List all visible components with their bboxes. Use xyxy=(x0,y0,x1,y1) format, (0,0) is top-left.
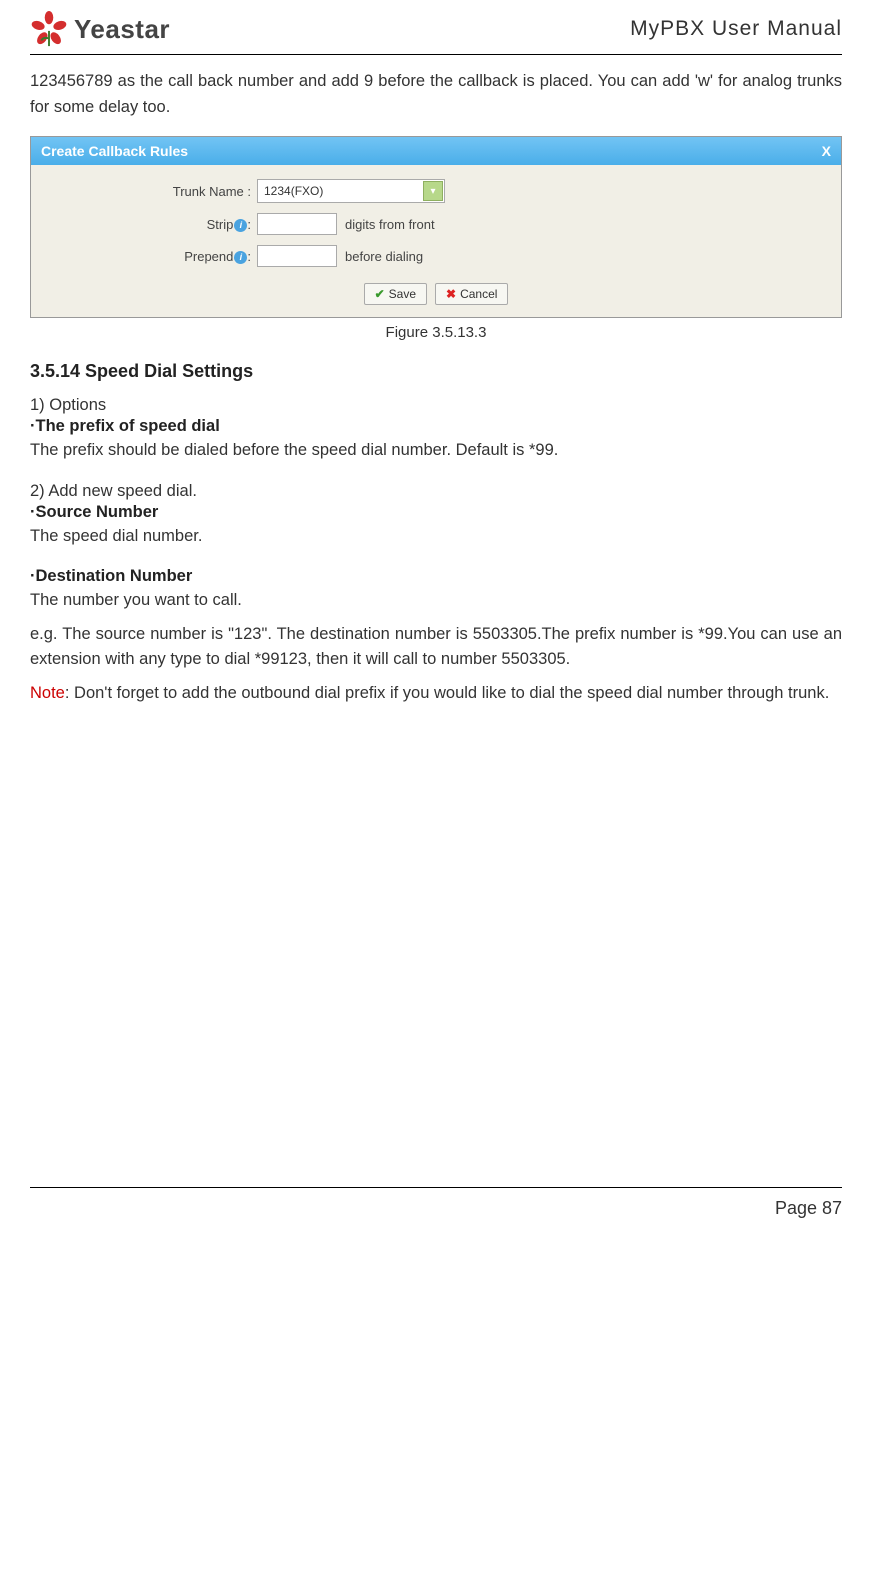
save-button[interactable]: ✔ Save xyxy=(364,283,427,305)
row-prepend: Prependi: before dialing xyxy=(41,245,831,267)
dialog-body: Trunk Name : 1234(FXO) ▾ Stripi: digits … xyxy=(31,165,841,317)
page-number: Page 87 xyxy=(775,1198,842,1218)
info-icon[interactable]: i xyxy=(234,251,247,264)
prefix-text: The prefix should be dialed before the s… xyxy=(30,438,842,464)
cancel-button[interactable]: ✖ Cancel xyxy=(435,283,508,305)
strip-input[interactable] xyxy=(257,213,337,235)
strip-after-text: digits from front xyxy=(345,217,435,232)
dest-text: The number you want to call. xyxy=(30,588,842,614)
doc-title: MyPBX User Manual xyxy=(630,17,842,41)
options-title: 1) Options xyxy=(30,396,842,415)
prefix-heading: ·The prefix of speed dial xyxy=(30,417,842,436)
source-text: The speed dial number. xyxy=(30,524,842,550)
prepend-label: Prependi: xyxy=(41,249,257,264)
row-trunk-name: Trunk Name : 1234(FXO) ▾ xyxy=(41,179,831,203)
strip-label: Stripi: xyxy=(41,217,257,232)
intro-paragraph: 123456789 as the call back number and ad… xyxy=(30,69,842,120)
close-icon: ✖ xyxy=(446,287,456,301)
trunk-name-label: Trunk Name : xyxy=(41,184,257,199)
note-label: Note xyxy=(30,684,65,702)
dest-heading: ·Destination Number xyxy=(30,567,842,586)
check-icon: ✔ xyxy=(375,287,385,301)
add-title: 2) Add new speed dial. xyxy=(30,482,842,501)
dialog-button-row: ✔ Save ✖ Cancel xyxy=(41,277,831,307)
brand-text: Yeastar xyxy=(74,14,170,45)
figure-create-callback-rules: Create Callback Rules X Trunk Name : 123… xyxy=(30,136,842,318)
dialog-title: Create Callback Rules xyxy=(41,143,188,159)
figure-caption: Figure 3.5.13.3 xyxy=(30,324,842,341)
info-icon[interactable]: i xyxy=(234,219,247,232)
example-text: e.g. The source number is "123". The des… xyxy=(30,622,842,673)
prepend-after-text: before dialing xyxy=(345,249,423,264)
prepend-input[interactable] xyxy=(257,245,337,267)
page-footer: Page 87 xyxy=(30,1187,842,1219)
section-heading: 3.5.14 Speed Dial Settings xyxy=(30,361,842,382)
row-strip: Stripi: digits from front xyxy=(41,213,831,235)
note-text: : Don't forget to add the outbound dial … xyxy=(65,684,829,702)
source-heading: ·Source Number xyxy=(30,503,842,522)
close-icon[interactable]: X xyxy=(822,143,831,159)
note-paragraph: Note: Don't forget to add the outbound d… xyxy=(30,681,842,707)
dialog-titlebar: Create Callback Rules X xyxy=(31,137,841,165)
trunk-name-value: 1234(FXO) xyxy=(264,184,323,198)
chevron-down-icon: ▾ xyxy=(423,181,443,201)
flower-icon xyxy=(30,10,68,48)
trunk-name-select[interactable]: 1234(FXO) ▾ xyxy=(257,179,445,203)
brand-logo: Yeastar xyxy=(30,10,170,48)
page-header: Yeastar MyPBX User Manual xyxy=(30,10,842,55)
